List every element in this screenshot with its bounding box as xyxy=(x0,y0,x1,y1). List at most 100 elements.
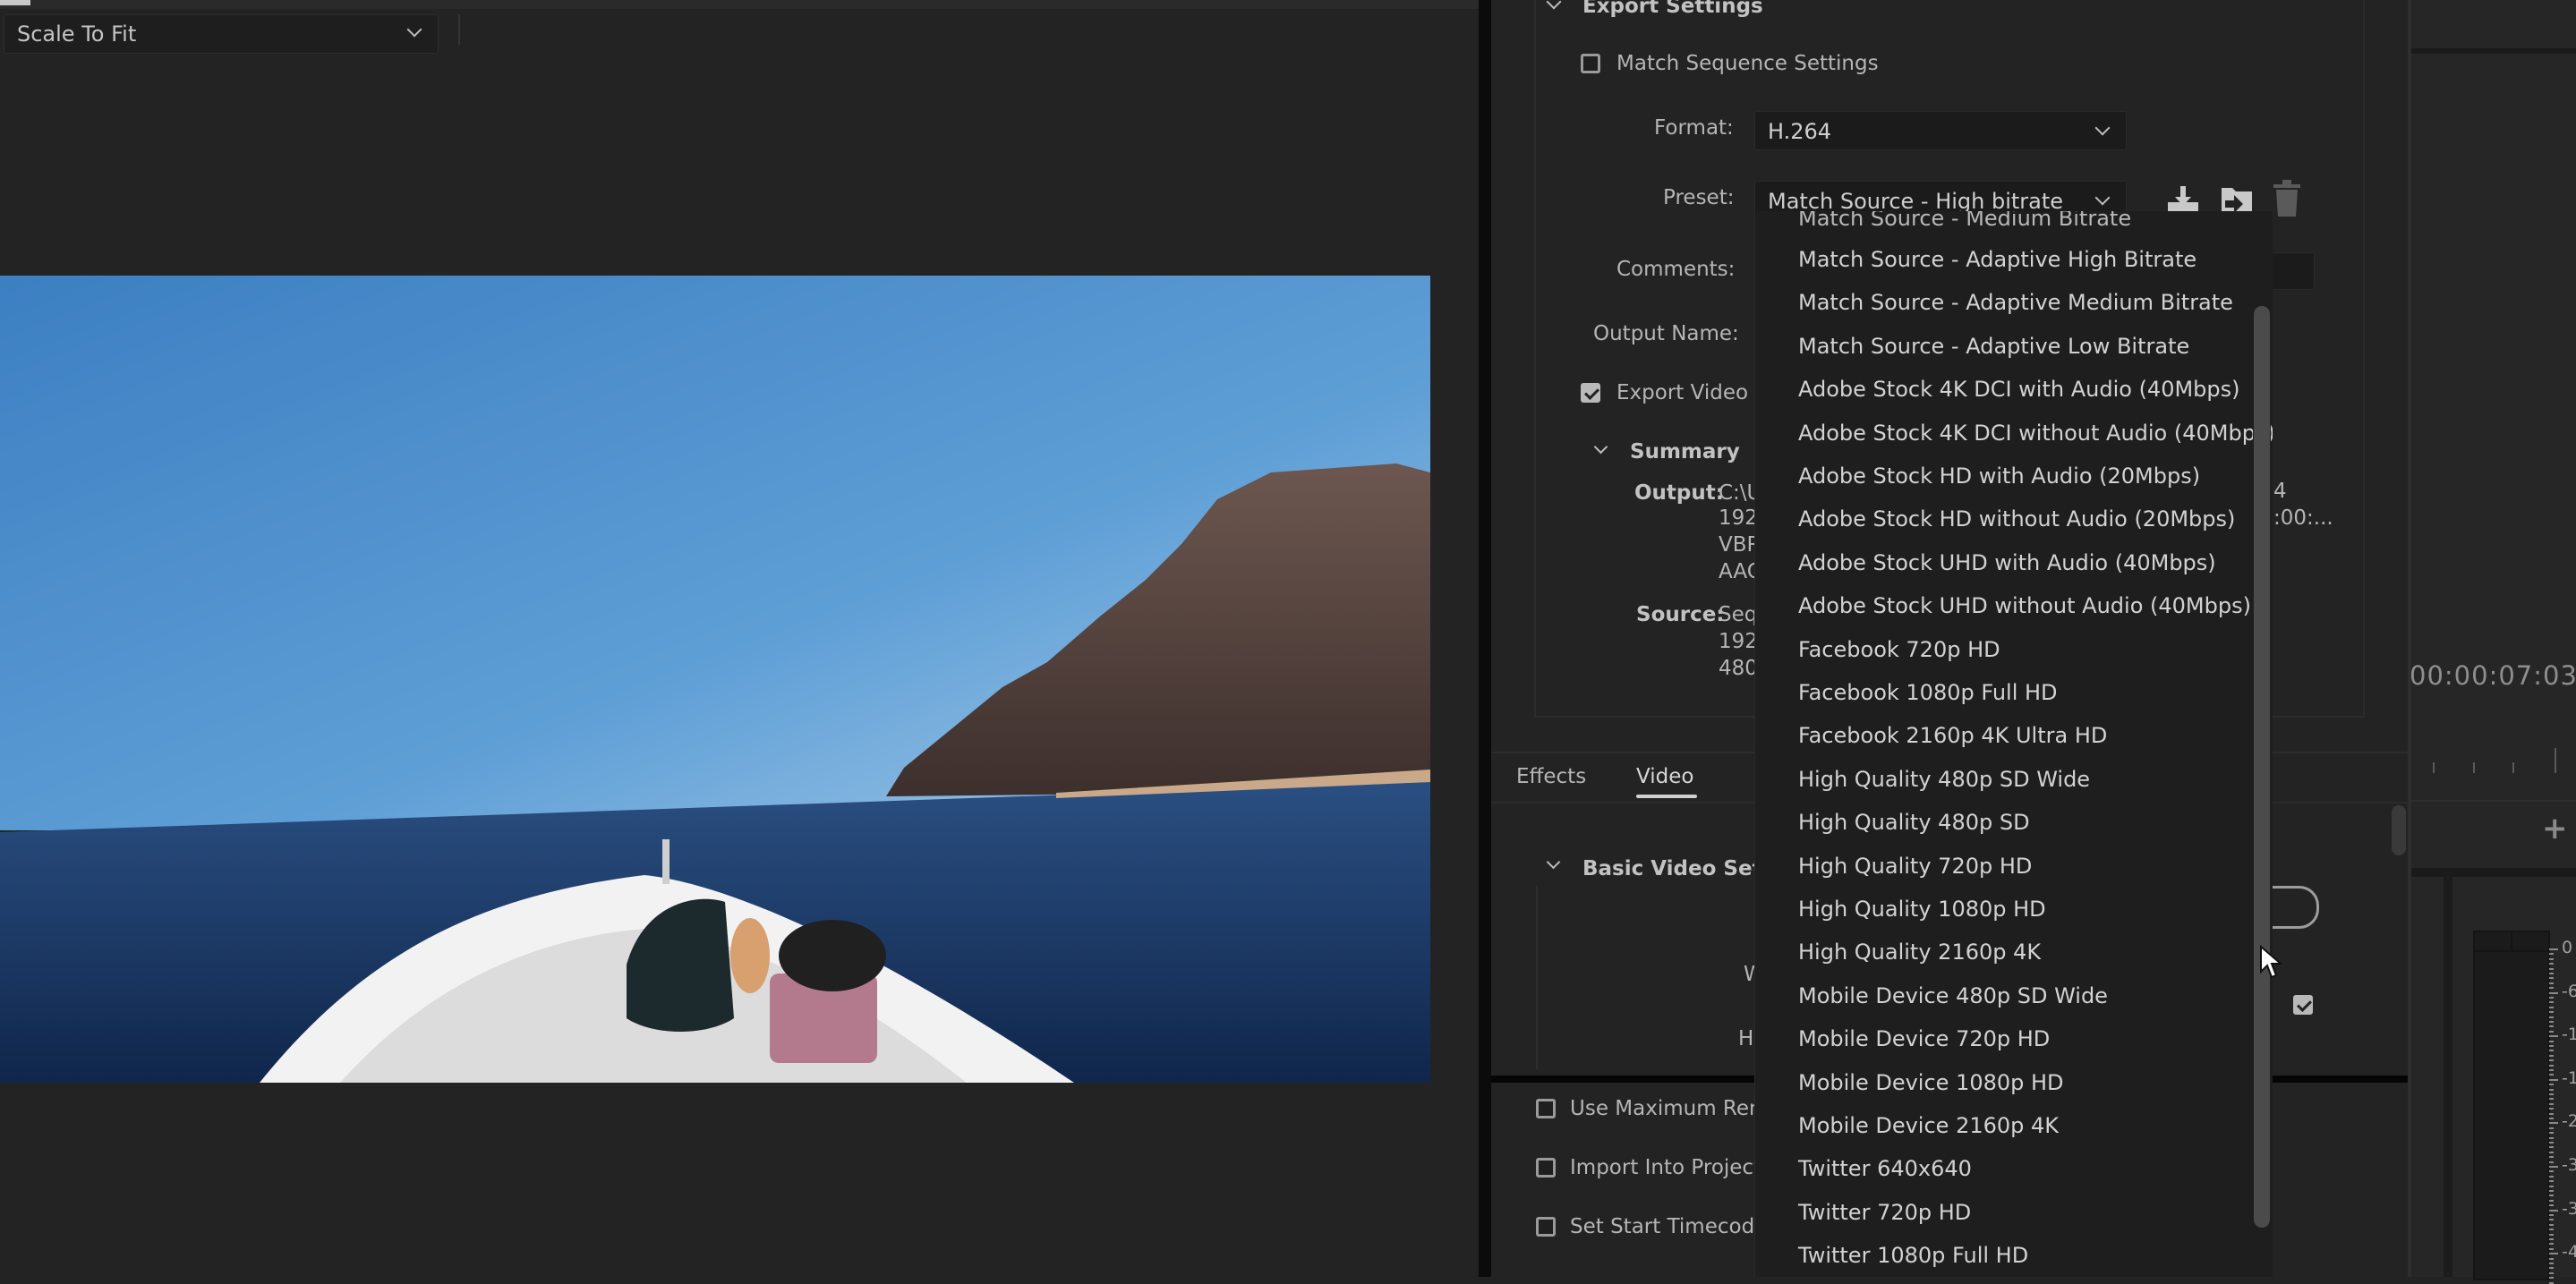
meter-scale: 0 -6 -1 -1 -2 -3 -3 -4 xyxy=(2549,938,2576,1284)
preset-option[interactable]: Match Source - Adaptive Medium Bitrate xyxy=(1798,290,2233,315)
format-dropdown[interactable]: H.264 xyxy=(1754,111,2127,150)
meter-minor-tick xyxy=(2549,1118,2554,1119)
preset-label: Preset: xyxy=(1663,186,1735,209)
meter-minor-tick xyxy=(2549,1011,2554,1014)
meter-minor-tick xyxy=(2549,1233,2554,1236)
meter-minor-tick xyxy=(2549,1267,2554,1270)
meter-minor-tick xyxy=(2549,1045,2554,1047)
panel-resize-handle[interactable] xyxy=(1479,0,1491,1277)
match-sequence-checkbox[interactable] xyxy=(1581,54,1600,73)
preset-option[interactable]: Facebook 1080p Full HD xyxy=(1798,680,2058,705)
timecode-display[interactable]: 00:00:07:03 xyxy=(2410,660,2576,691)
ruler-tick xyxy=(2555,748,2556,773)
chevron-down-icon xyxy=(406,21,422,38)
cleat xyxy=(662,839,670,884)
meter-minor-tick xyxy=(2549,1257,2554,1260)
meter-major-tick xyxy=(2549,1035,2558,1038)
meter-minor-tick xyxy=(2549,1050,2554,1052)
preset-option[interactable]: High Quality 1080p HD xyxy=(1798,897,2046,922)
tab-effects[interactable]: Effects xyxy=(1516,765,1586,788)
meter-label: 0 xyxy=(2562,938,2573,957)
tab-active-underline xyxy=(1636,795,1697,798)
preset-option[interactable]: Adobe Stock UHD with Audio (40Mbps) xyxy=(1798,550,2216,575)
mouse-cursor-icon xyxy=(2260,945,2282,979)
tab-video[interactable]: Video xyxy=(1636,765,1693,788)
meter-major-tick xyxy=(2549,1078,2558,1081)
preset-option[interactable]: Twitter 720p HD xyxy=(1798,1200,1971,1225)
export-video-checkbox[interactable] xyxy=(1581,383,1600,403)
scale-dropdown[interactable]: Scale To Fit xyxy=(4,14,439,54)
preset-option[interactable]: Adobe Stock UHD without Audio (40Mbps) xyxy=(1798,593,2251,618)
meter-minor-tick xyxy=(2549,963,2554,965)
preset-option[interactable]: Mobile Device 2160p 4K xyxy=(1798,1113,2059,1138)
chevron-down-icon xyxy=(2094,120,2111,136)
set-start-timecode-label: Set Start Timecode xyxy=(1570,1215,1768,1238)
meter-minor-tick xyxy=(2549,1021,2554,1023)
preset-option[interactable]: High Quality 720p HD xyxy=(1798,854,2032,879)
set-start-timecode-checkbox[interactable] xyxy=(1536,1217,1556,1237)
add-button[interactable]: + xyxy=(2542,811,2568,846)
preset-option[interactable]: High Quality 2160p 4K xyxy=(1798,940,2041,965)
meter-minor-tick xyxy=(2549,1088,2554,1091)
preset-option[interactable]: Facebook 720p HD xyxy=(1798,637,2000,662)
meter-major-tick xyxy=(2549,991,2558,994)
settings-scrollbar-thumb[interactable] xyxy=(2392,805,2406,855)
meter-minor-tick xyxy=(2549,1054,2554,1057)
preset-option-partial[interactable]: Match Source - Medium Bitrate xyxy=(1798,211,2131,231)
preset-option[interactable]: Adobe Stock 4K DCI with Audio (40Mbps) xyxy=(1798,377,2240,402)
meter-minor-tick xyxy=(2549,1219,2554,1221)
preset-option[interactable]: Mobile Device 480p SD Wide xyxy=(1798,983,2108,1008)
section-border xyxy=(1536,886,1538,1069)
preset-list-scrollbar-thumb[interactable] xyxy=(2254,306,2270,1228)
preset-option[interactable]: High Quality 480p SD xyxy=(1798,810,2030,835)
meter-minor-tick xyxy=(2549,1247,2554,1250)
meter-minor-tick xyxy=(2549,987,2554,990)
import-into-project-checkbox[interactable] xyxy=(1536,1158,1556,1178)
meter-minor-tick xyxy=(2549,982,2554,984)
preset-option[interactable]: Adobe Stock HD with Audio (20Mbps) xyxy=(1798,463,2200,489)
summary-source-line: 192 xyxy=(1719,630,1758,653)
preset-option[interactable]: Twitter 640x640 xyxy=(1798,1156,1972,1181)
preset-option[interactable]: Twitter 1080p Full HD xyxy=(1798,1243,2028,1268)
chevron-down-icon xyxy=(2094,190,2111,206)
comments-field[interactable] xyxy=(2268,252,2315,290)
delete-preset-icon[interactable] xyxy=(2272,179,2302,218)
preset-option[interactable]: Mobile Device 720p HD xyxy=(1798,1026,2050,1051)
preset-option[interactable]: Adobe Stock HD without Audio (20Mbps) xyxy=(1798,506,2235,531)
meter-minor-tick xyxy=(2549,953,2554,956)
use-max-render-checkbox[interactable] xyxy=(1536,1099,1556,1118)
use-max-render-label: Use Maximum Rend xyxy=(1570,1097,1776,1120)
preset-option[interactable]: High Quality 480p SD Wide xyxy=(1798,767,2090,792)
meter-minor-tick xyxy=(2549,1214,2554,1216)
ruler-tick xyxy=(2433,762,2435,773)
video-preview xyxy=(0,276,1430,1083)
export-settings-title: Export Settings xyxy=(1582,0,1763,18)
meter-minor-tick xyxy=(2549,1229,2554,1231)
meter-minor-tick xyxy=(2549,1151,2554,1153)
meter-minor-tick xyxy=(2549,1263,2554,1264)
preset-option[interactable]: Match Source - Adaptive Low Bitrate xyxy=(1798,334,2189,359)
meter-label: -3 xyxy=(2562,1155,2576,1175)
source-tab-indicator[interactable] xyxy=(0,0,30,5)
preset-option[interactable]: Match Source - Adaptive High Bitrate xyxy=(1798,247,2196,272)
preset-option[interactable]: Facebook 2160p 4K Ultra HD xyxy=(1798,723,2107,748)
meter-label: -4 xyxy=(2562,1242,2576,1263)
meter-minor-tick xyxy=(2549,1132,2554,1135)
meter-minor-tick xyxy=(2549,1112,2554,1115)
summary-output-line: 192 xyxy=(1719,506,1758,530)
format-label: Format: xyxy=(1654,116,1734,140)
meter-minor-tick xyxy=(2549,1180,2554,1183)
meter-minor-tick xyxy=(2549,1069,2554,1071)
meter-minor-tick xyxy=(2549,1136,2554,1139)
preset-dropdown-list[interactable]: Match Source - Medium Bitrate Match Sour… xyxy=(1754,211,2273,1277)
meter-minor-tick xyxy=(2549,1204,2554,1207)
meter-label: -6 xyxy=(2562,981,2576,1001)
meter-minor-tick xyxy=(2549,1277,2554,1280)
meter-gutter xyxy=(2444,877,2452,1277)
match-sequence-label: Match Sequence Settings xyxy=(1616,52,1879,75)
toolbar-divider xyxy=(458,14,460,45)
preset-option[interactable]: Adobe Stock 4K DCI without Audio (40Mbps… xyxy=(1798,421,2273,446)
meter-minor-tick xyxy=(2549,1016,2554,1018)
preset-option[interactable]: Mobile Device 1080p HD xyxy=(1798,1070,2064,1095)
aspect-link-checkbox[interactable] xyxy=(2293,995,2313,1015)
